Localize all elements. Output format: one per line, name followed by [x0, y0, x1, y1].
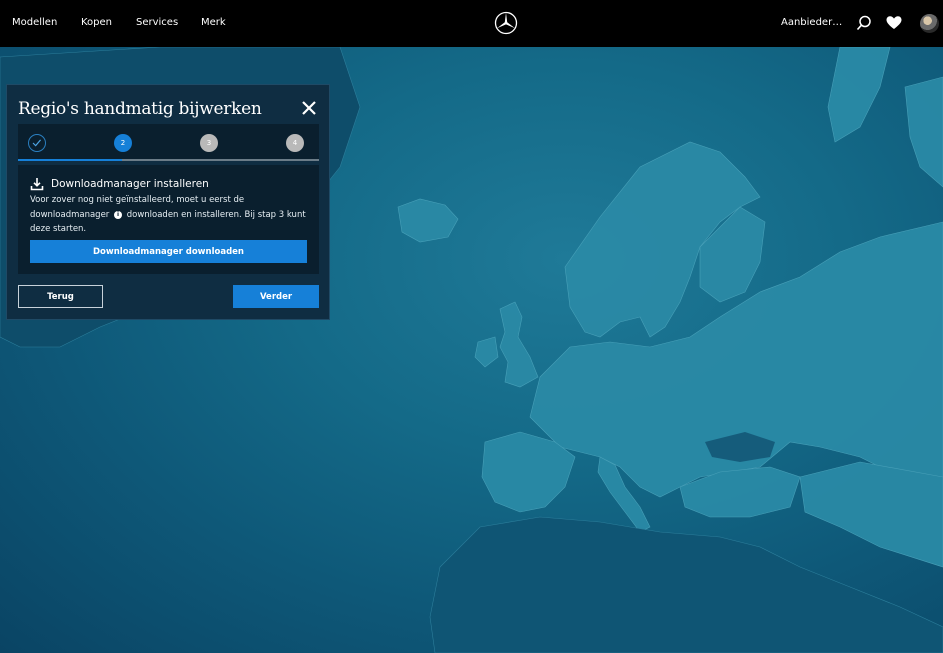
greenland-shape	[827, 47, 891, 143]
iceland-shape	[397, 198, 459, 243]
step-content-panel: Downloadmanager installeren Voor zover n…	[18, 165, 319, 274]
step-1-done	[28, 134, 46, 152]
checkmark-icon	[32, 139, 41, 147]
nav-link-services[interactable]: Services	[136, 17, 178, 28]
nav-offers-link[interactable]: Aanbieder…	[781, 17, 842, 28]
middle-east-shape	[799, 461, 943, 568]
step-4: 4	[286, 134, 304, 152]
info-icon[interactable]: i	[114, 210, 123, 219]
download-manager-button[interactable]: Downloadmanager downloaden	[30, 240, 307, 263]
great-britain-shape	[499, 301, 539, 388]
step-3: 3	[200, 134, 218, 152]
nav-link-merk[interactable]: Merk	[201, 17, 226, 28]
svalbard-shape	[904, 76, 943, 188]
ireland-shape	[474, 336, 499, 368]
dialog-title: Regio's handmatig bijwerken	[18, 99, 262, 119]
step-indicator: 2 3 4	[18, 124, 319, 161]
close-icon[interactable]	[299, 98, 319, 118]
heart-icon[interactable]	[885, 14, 903, 32]
nav-link-modellen[interactable]: Modellen	[12, 17, 57, 28]
step-2-active: 2	[114, 134, 132, 152]
progress-fill	[18, 159, 122, 161]
nav-link-kopen[interactable]: Kopen	[81, 17, 112, 28]
search-icon[interactable]	[855, 14, 873, 32]
avatar[interactable]	[920, 14, 939, 33]
top-navigation: Modellen Kopen Services Merk Aanbieder…	[0, 0, 943, 47]
update-regions-dialog: Regio's handmatig bijwerken 2 3 4 Downlo…	[6, 84, 330, 320]
content-description: Voor zover nog niet geïnstalleerd, moet …	[30, 193, 315, 237]
mercedes-star-logo[interactable]	[494, 11, 518, 35]
back-button[interactable]: Terug	[18, 285, 103, 308]
content-heading: Downloadmanager installeren	[51, 178, 209, 190]
next-button[interactable]: Verder	[233, 285, 319, 308]
download-icon	[30, 178, 44, 191]
